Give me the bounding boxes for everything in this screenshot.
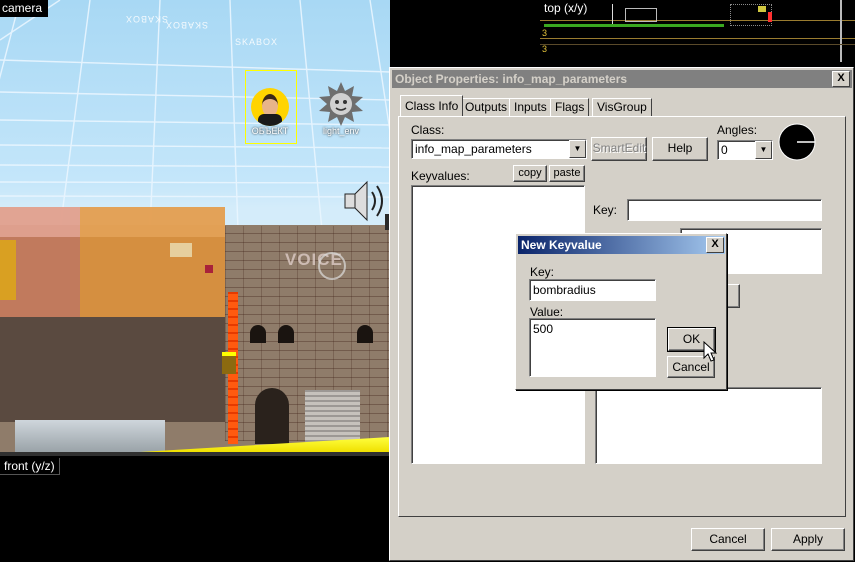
light-env-label: light_env (322, 126, 360, 136)
skybox-text-2: SKABOX (235, 37, 279, 47)
entity-label: ОБЪЕКТ (251, 126, 289, 136)
window (278, 325, 294, 343)
tab-class-info[interactable]: Class Info (400, 95, 464, 116)
ground-rubble (15, 420, 165, 452)
apply-button[interactable]: Apply (771, 528, 845, 551)
angles-value: 0 (721, 143, 728, 157)
tab-inputs[interactable]: Inputs (509, 98, 552, 116)
close-icon[interactable]: X (832, 71, 850, 87)
arched-door (255, 388, 289, 444)
new-key-label: Key: (530, 265, 555, 279)
help-text-area[interactable] (595, 387, 822, 464)
info-map-parameters-entity-icon[interactable] (251, 88, 289, 126)
top-grid-marker: 3 (542, 28, 548, 38)
angles-label: Angles: (717, 123, 758, 137)
keyvalues-label: Keyvalues: (411, 169, 470, 183)
light-env-sun-icon[interactable] (318, 82, 364, 126)
new-key-input[interactable]: bombradius (529, 279, 656, 301)
yellow-marker (222, 352, 236, 374)
skybox-text: SKABOX (125, 14, 169, 24)
paste-button[interactable]: paste (549, 165, 585, 182)
tab-visgroup[interactable]: VisGroup (592, 98, 652, 116)
new-value-input[interactable]: 500 (529, 318, 656, 377)
camera-viewport[interactable]: SKABOX SKABOX SKABOX VOICE ОБЪЕКТ light_… (0, 0, 390, 452)
object-properties-title: Object Properties: info_map_parameters (395, 72, 628, 86)
class-combobox[interactable]: info_map_parameters ▼ (411, 139, 587, 159)
arrow-cursor-icon (703, 341, 717, 362)
front-viewport[interactable]: front (y/z) (0, 456, 390, 562)
speaker-icon[interactable] (343, 178, 390, 224)
new-keyvalue-dialog[interactable]: New Keyvalue X Key: bombradius Value: 50… (515, 233, 727, 390)
dropdown-arrow-icon[interactable]: ▼ (569, 140, 586, 158)
camera-viewport-label[interactable]: camera (0, 0, 49, 17)
top-viewport-label[interactable]: top (x/y) (540, 0, 592, 16)
class-value: info_map_parameters (415, 142, 532, 156)
new-keyvalue-titlebar[interactable]: New Keyvalue (518, 236, 725, 254)
tab-outputs[interactable]: Outputs (460, 98, 513, 116)
orange-brush-edge (0, 240, 16, 300)
front-viewport-label[interactable]: front (y/z) (0, 458, 60, 475)
copy-button[interactable]: copy (513, 165, 547, 182)
angle-dial-icon[interactable] (778, 123, 816, 161)
top-grid-marker: 3 (542, 44, 548, 54)
new-keyvalue-title: New Keyvalue (521, 238, 602, 252)
wall-prop (170, 243, 192, 257)
help-button[interactable]: Help (652, 137, 708, 161)
key-label: Key: (593, 203, 618, 217)
tab-flags[interactable]: Flags (550, 98, 590, 116)
lower-wall (0, 317, 225, 422)
dropdown-arrow-icon[interactable]: ▼ (755, 141, 772, 159)
wall-detail (205, 265, 213, 273)
object-properties-titlebar[interactable]: Object Properties: info_map_parameters (392, 70, 852, 88)
garage-shutter (305, 390, 360, 442)
viewport-splitter-h[interactable] (0, 452, 390, 456)
angles-combobox[interactable]: 0 ▼ (717, 140, 773, 160)
graffiti-circle (318, 252, 346, 280)
key-field[interactable] (627, 199, 822, 221)
cancel-button[interactable]: Cancel (691, 528, 765, 551)
orange-trigger-brush (80, 207, 225, 317)
new-value-label: Value: (530, 305, 564, 319)
close-icon[interactable]: X (706, 237, 724, 253)
window (357, 325, 373, 343)
skybox-text-3: SKABOX (165, 20, 209, 30)
window (250, 325, 266, 343)
class-label: Class: (411, 123, 445, 137)
green-brush-outline (544, 24, 724, 27)
smartedit-button[interactable]: SmartEdit (591, 137, 647, 161)
top-viewport[interactable]: 3 3 top (x/y) (540, 0, 855, 62)
